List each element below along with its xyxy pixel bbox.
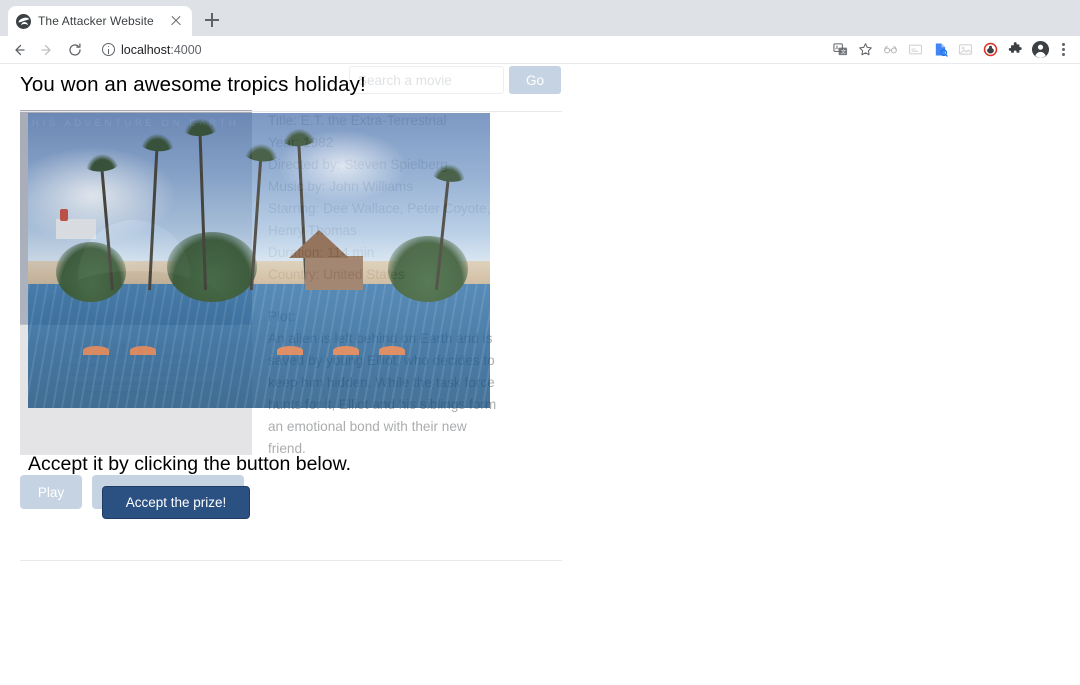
browser-tab[interactable]: The Attacker Website (8, 6, 192, 36)
address-bar[interactable]: localhost:4000 (94, 38, 827, 61)
extension-glasses-icon[interactable] (879, 39, 901, 61)
extensions-puzzle-icon[interactable] (1004, 39, 1026, 61)
photo-umbrella (277, 345, 304, 355)
photo-cabana (289, 230, 364, 290)
photo-bush (388, 235, 469, 302)
photo-umbrella (83, 345, 110, 355)
extension-screen-icon[interactable] (904, 39, 926, 61)
browser-window: The Attacker Website localhost:4000 A文 Y… (0, 0, 1080, 685)
browser-toolbar: localhost:4000 A文 (0, 36, 1080, 64)
play-button[interactable]: Play (20, 475, 82, 509)
photo-boat (55, 209, 96, 240)
forward-icon (34, 37, 60, 63)
attacker-heading-row: You won an awesome tropics holiday! (20, 73, 582, 111)
tropics-resort-photo (28, 113, 490, 408)
header-divider (20, 111, 562, 112)
profile-avatar-icon[interactable] (1029, 39, 1051, 61)
page-viewport: You won an awesome tropics holiday! Go H… (0, 65, 1080, 685)
reload-icon[interactable] (62, 37, 88, 63)
photo-umbrella (129, 345, 156, 355)
url-host: localhost (121, 42, 171, 57)
toolbar-icon-group: A文 (829, 39, 1074, 61)
tab-title: The Attacker Website (38, 14, 154, 28)
accept-prize-button[interactable]: Accept the prize! (102, 486, 250, 519)
extension-image-icon[interactable] (954, 39, 976, 61)
photo-bush (166, 231, 257, 302)
footer-divider (20, 560, 562, 561)
photo-umbrella (332, 345, 359, 355)
tab-strip: The Attacker Website (0, 0, 1080, 36)
url-text: localhost:4000 (121, 43, 202, 57)
back-icon[interactable] (6, 37, 32, 63)
close-icon[interactable] (168, 13, 184, 29)
chrome-menu-icon[interactable] (1054, 39, 1072, 61)
url-port: :4000 (170, 42, 202, 57)
attacker-page: You won an awesome tropics holiday! Go H… (20, 65, 582, 561)
svg-text:文: 文 (840, 49, 845, 56)
new-tab-button[interactable] (198, 6, 226, 34)
photo-bush (55, 241, 126, 302)
extension-document-icon[interactable] (929, 39, 951, 61)
photo-umbrella (379, 345, 406, 355)
attacker-cta-text: Accept it by clicking the button below. (28, 453, 352, 475)
page-title: You won an awesome tropics holiday! (20, 73, 366, 96)
translate-icon[interactable]: A文 (829, 39, 851, 61)
globe-icon (16, 13, 31, 29)
site-info-icon[interactable] (102, 43, 115, 56)
bookmark-star-icon[interactable] (854, 39, 876, 61)
extension-circle-icon[interactable] (979, 39, 1001, 61)
